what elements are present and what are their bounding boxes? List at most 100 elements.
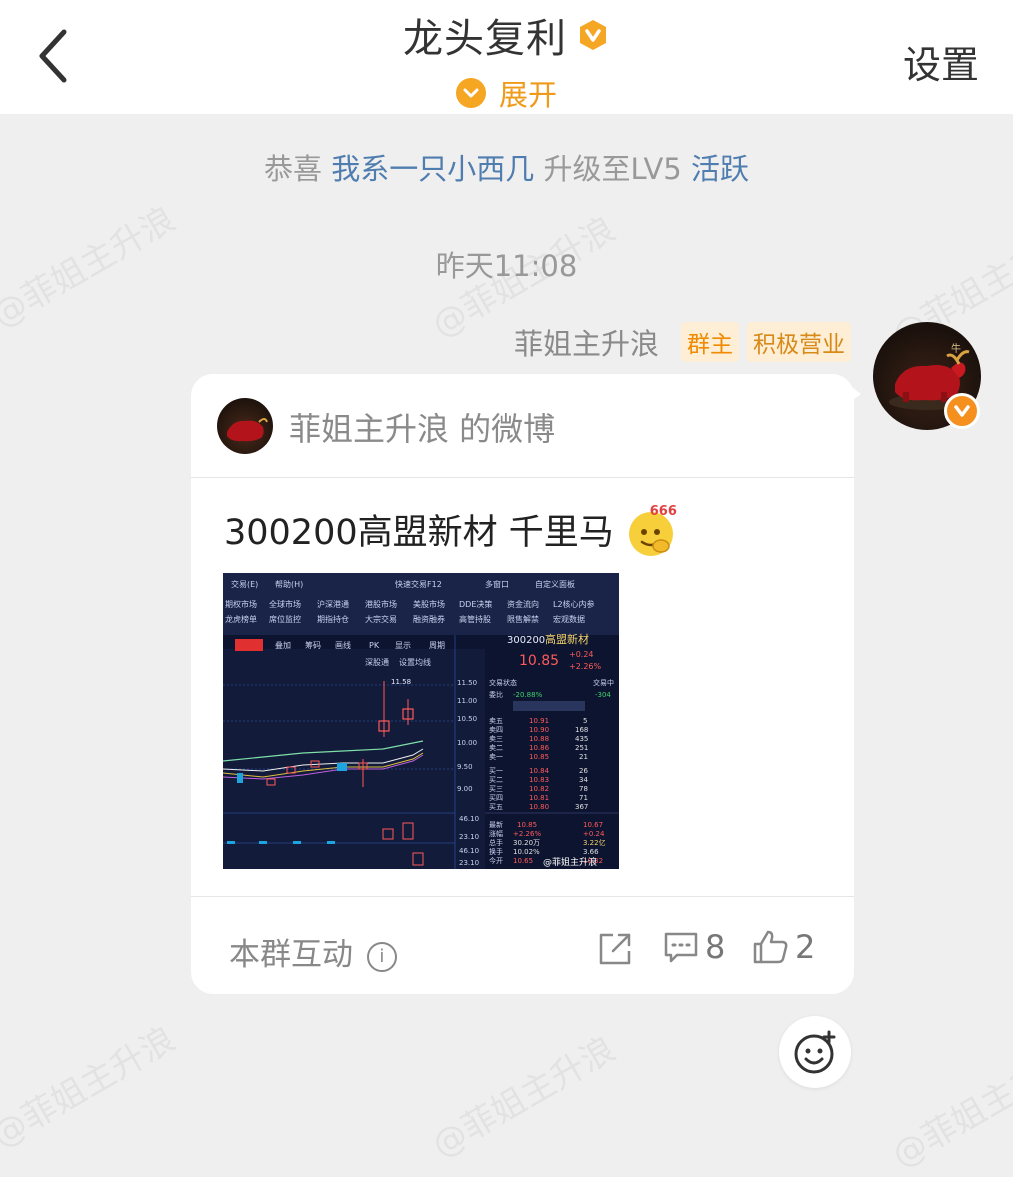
svg-text:买四: 买四 (489, 794, 503, 802)
watermark: @菲姐主升浪 (425, 1029, 623, 1166)
svg-text:10.91: 10.91 (529, 717, 549, 725)
svg-text:34: 34 (579, 776, 588, 784)
svg-text:沪深港通: 沪深港通 (317, 599, 349, 609)
svg-text:买三: 买三 (489, 785, 503, 793)
svg-text:交易状态: 交易状态 (489, 678, 517, 687)
svg-text:卖五: 卖五 (489, 717, 503, 725)
svg-text:叠加: 叠加 (275, 640, 291, 650)
chart-high-label: 11.58 (391, 678, 411, 686)
svg-text:换手: 换手 (489, 847, 503, 856)
chart-change: +0.24 (569, 650, 594, 659)
post-text: 300200高盟新材 千里马 666 (224, 504, 677, 556)
svg-text:帮助(H): 帮助(H) (275, 579, 303, 589)
chart-stock-name: 高盟新材 (545, 632, 589, 646)
smile-plus-icon (794, 1030, 836, 1074)
group-title: 龙头复利 (402, 16, 567, 62)
settings-button[interactable]: 设置 (903, 34, 979, 89)
like-button[interactable]: 2 (751, 927, 815, 967)
svg-text:高管持股: 高管持股 (459, 614, 491, 624)
watermark: @菲姐主升浪 (0, 1019, 183, 1156)
group-interaction-text: 本群互动 (229, 937, 353, 973)
like-count: 2 (795, 928, 816, 966)
svg-text:筹码: 筹码 (305, 640, 321, 650)
weibo-share-card[interactable]: 菲姐主升浪 的微博 300200高盟新材 千里马 666 交易(E) 帮助(H) … (191, 374, 854, 994)
svg-text:+2.26%: +2.26% (513, 830, 541, 838)
stock-chart-screenshot[interactable]: 交易(E) 帮助(H) 快速交易F12 多窗口 自定义面板 期权市场 全球市场 沪深港通 港… (223, 573, 619, 869)
svg-text:435: 435 (575, 735, 588, 743)
svg-text:卖三: 卖三 (489, 735, 503, 743)
svg-text:71: 71 (579, 794, 588, 802)
svg-text:卖一: 卖一 (489, 753, 503, 761)
svg-text:买二: 买二 (489, 776, 503, 784)
add-reaction-button[interactable] (779, 1016, 851, 1088)
svg-text:10.85: 10.85 (529, 753, 549, 761)
svg-text:交易(E): 交易(E) (231, 579, 258, 589)
system-message-middle: 升级至LV5 (543, 152, 682, 186)
info-icon: i (366, 941, 397, 972)
group-interaction-label[interactable]: 本群互动 i (229, 929, 397, 974)
svg-text:-20.88%: -20.88% (513, 691, 543, 699)
svg-text:10.81: 10.81 (529, 794, 549, 802)
svg-text:11.00: 11.00 (457, 697, 477, 705)
svg-text:78: 78 (579, 785, 588, 793)
card-header[interactable]: 菲姐主升浪 的微博 (191, 374, 854, 478)
level-tag-link[interactable]: 活跃 (691, 152, 749, 186)
svg-text:3.22亿: 3.22亿 (583, 838, 606, 847)
svg-text:交易中: 交易中 (593, 678, 614, 687)
svg-text:宏观数据: 宏观数据 (553, 614, 585, 624)
system-message-prefix: 恭喜 (264, 152, 323, 186)
sender-name[interactable]: 菲姐主升浪 (514, 321, 659, 363)
svg-text:26: 26 (579, 767, 588, 775)
watermark: @菲姐主升浪 (885, 1039, 1013, 1176)
svg-text:10.50: 10.50 (457, 715, 477, 723)
svg-text:美股市场: 美股市场 (413, 599, 445, 609)
svg-text:牛: 牛 (951, 342, 961, 355)
svg-text:11.50: 11.50 (457, 679, 477, 687)
sender-row: 菲姐主升浪 群主 积极营业 (514, 322, 851, 362)
svg-text:资金流向: 资金流向 (507, 599, 539, 609)
title-row: 龙头复利 (0, 6, 1013, 64)
svg-text:30.20万: 30.20万 (513, 839, 540, 847)
svg-text:深股通: 深股通 (365, 657, 389, 667)
comment-icon (664, 932, 698, 963)
svg-text:10.83: 10.83 (529, 776, 549, 784)
svg-text:367: 367 (575, 803, 588, 811)
verified-badge-icon (944, 393, 980, 429)
svg-text:10.82: 10.82 (529, 785, 549, 793)
post-text-body: 300200高盟新材 千里马 (224, 513, 614, 553)
card-footer: 本群互动 i 8 2 (191, 896, 854, 994)
image-watermark: @菲姐主升浪 (543, 856, 597, 868)
svg-text:DDE决策: DDE决策 (459, 599, 492, 609)
card-source-label: 菲姐主升浪 的微博 (289, 410, 556, 448)
svg-text:大宗交易: 大宗交易 (365, 614, 397, 624)
chart-change-pct: +2.26% (569, 662, 602, 671)
svg-text:10.85: 10.85 (517, 821, 537, 829)
svg-text:46.10: 46.10 (459, 815, 479, 823)
svg-text:总手: 总手 (489, 838, 503, 847)
emoji-666-label: 666 (649, 504, 677, 519)
svg-text:10.67: 10.67 (583, 821, 603, 829)
svg-text:5: 5 (583, 717, 587, 725)
svg-text:9.50: 9.50 (457, 763, 473, 771)
expand-toggle[interactable]: 展开 (0, 72, 1013, 114)
svg-text:9.00: 9.00 (457, 785, 473, 793)
svg-text:多窗口: 多窗口 (485, 579, 509, 589)
svg-text:PK: PK (369, 641, 380, 650)
svg-text:龙虎榜单: 龙虎榜单 (225, 614, 257, 624)
chevron-down-icon (455, 78, 486, 108)
comment-button[interactable]: 8 (663, 928, 725, 966)
svg-text:委比: 委比 (489, 690, 503, 699)
svg-text:全球市场: 全球市场 (269, 599, 301, 609)
share-icon[interactable] (597, 931, 633, 967)
chart-price: 10.85 (519, 653, 559, 669)
user-link[interactable]: 我系一只小西几 (331, 152, 534, 186)
svg-text:+0.24: +0.24 (583, 830, 605, 838)
svg-text:21: 21 (579, 753, 588, 761)
svg-text:10.02%: 10.02% (513, 848, 540, 856)
svg-text:-304: -304 (595, 691, 611, 699)
svg-text:融资融券: 融资融券 (413, 614, 445, 624)
thumbs-666-emoji-icon: 666 (628, 504, 677, 556)
svg-text:46.10: 46.10 (459, 847, 479, 855)
svg-text:10.84: 10.84 (529, 767, 550, 775)
svg-text:今开: 今开 (489, 856, 503, 865)
